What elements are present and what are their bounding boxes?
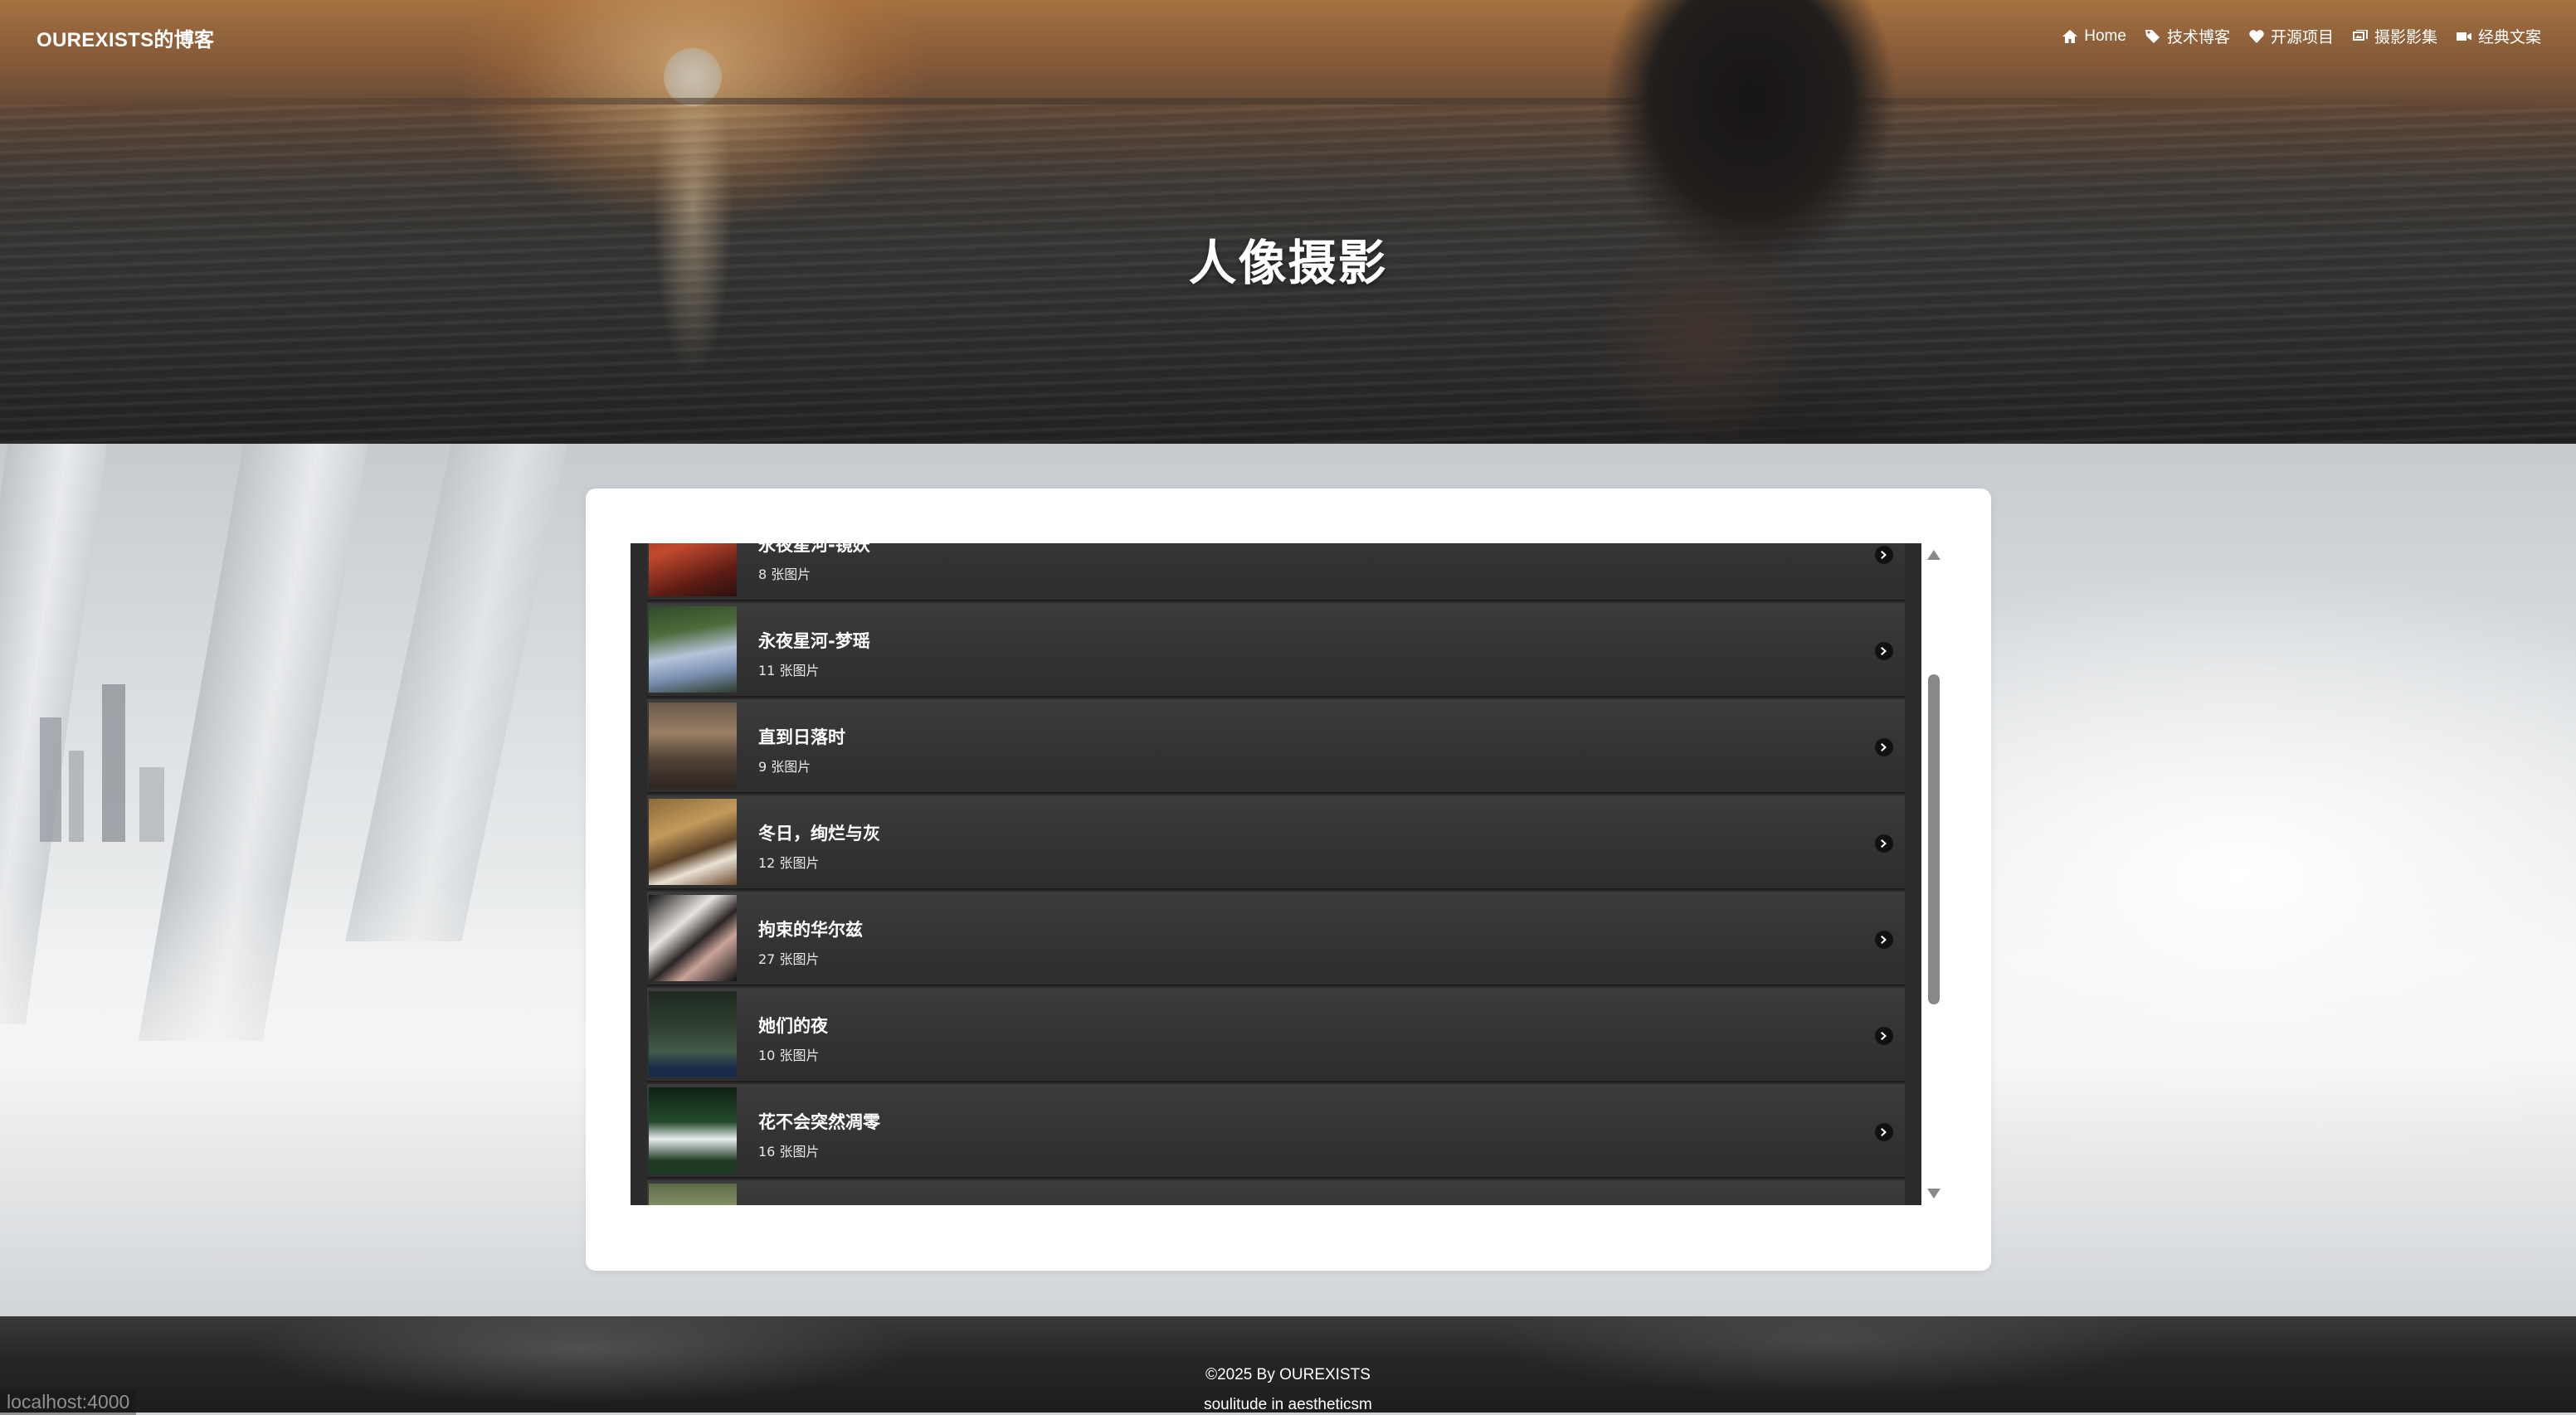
album-title: 拘束的华尔兹 [758, 920, 863, 940]
album-title: 永夜星河-镜妖 [758, 543, 870, 555]
bg-pillar-right [345, 444, 567, 941]
album-row[interactable]: 永夜星河-镜妖 8 张图片 [647, 543, 1905, 601]
browser-status-url: localhost:4000 [0, 1389, 137, 1415]
nav-item-tech-blog[interactable]: 技术博客 [2145, 25, 2230, 47]
album-row[interactable] [647, 1180, 1905, 1205]
album-title: 直到日落时 [758, 727, 845, 747]
tags-icon [2145, 28, 2161, 45]
video-icon [2456, 28, 2472, 45]
scroll-down-arrow[interactable] [1927, 1189, 1941, 1199]
hero-overlay [0, 0, 2576, 444]
album-thumbnail [649, 1184, 737, 1205]
page-title: 人像摄影 [1188, 236, 1388, 290]
album-thumbnail [649, 895, 737, 981]
images-icon [2352, 28, 2369, 45]
bg-city-skyline [23, 651, 173, 842]
album-photo-count: 8 张图片 [758, 566, 811, 582]
album-title: 冬日，绚烂与灰 [758, 824, 880, 844]
nav-label-tech-blog: 技术博客 [2166, 29, 2230, 46]
nav-label-open-source: 开源项目 [2270, 29, 2334, 46]
album-title: 她们的夜 [758, 1016, 828, 1036]
album-thumbnail [649, 543, 737, 596]
site-footer: ©2025 By OUREXISTS soulitude in aestheti… [0, 1316, 2576, 1413]
chevron-right-icon[interactable] [1875, 834, 1893, 853]
heart-icon [2248, 28, 2265, 45]
home-icon [2062, 28, 2078, 45]
footer-copyright: ©2025 By OUREXISTS [1205, 1366, 1371, 1383]
album-photo-count: 10 张图片 [758, 1048, 820, 1063]
album-thumbnail [649, 991, 737, 1077]
album-photo-count: 27 张图片 [758, 951, 820, 967]
album-thumbnail [649, 703, 737, 789]
album-list[interactable]: 永夜星河-镜妖 8 张图片永夜星河-梦瑶 11 张图片直到日落时 9 张图片冬日，绚烂… [631, 543, 1921, 1205]
album-row[interactable]: 冬日，绚烂与灰 12 张图片 [647, 795, 1905, 890]
album-title: 永夜星河-梦瑶 [758, 631, 870, 651]
album-row[interactable]: 永夜星河-梦瑶 11 张图片 [647, 603, 1905, 698]
album-row[interactable]: 她们的夜 10 张图片 [647, 988, 1905, 1082]
album-row[interactable]: 直到日落时 9 张图片 [647, 699, 1905, 794]
album-thumbnail [649, 606, 737, 693]
album-row[interactable]: 拘束的华尔兹 27 张图片 [647, 892, 1905, 986]
nav-item-classic-copy[interactable]: 经典文案 [2456, 25, 2541, 47]
footer-motto: soulitude in aestheticsm [1204, 1396, 1372, 1413]
site-brand[interactable]: OUREXISTS的博客 [37, 23, 214, 52]
nav-item-open-source[interactable]: 开源项目 [2248, 25, 2334, 47]
chevron-right-icon[interactable] [1875, 1027, 1893, 1045]
album-thumbnail [649, 1087, 737, 1174]
album-photo-count: 16 张图片 [758, 1144, 820, 1160]
nav-label-photo-albums: 摄影影集 [2374, 29, 2437, 46]
album-list-track: 永夜星河-镜妖 8 张图片永夜星河-梦瑶 11 张图片直到日落时 9 张图片冬日，绚烂… [631, 543, 1921, 1205]
album-thumbnail [649, 799, 737, 885]
album-photo-count: 9 张图片 [758, 759, 811, 775]
album-title: 花不会突然凋零 [758, 1112, 880, 1132]
chevron-right-icon[interactable] [1875, 546, 1893, 564]
nav-item-photo-albums[interactable]: 摄影影集 [2352, 25, 2437, 47]
hero-banner [0, 0, 2576, 444]
album-row[interactable]: 花不会突然凋零 16 张图片 [647, 1084, 1905, 1179]
album-list-scrollbar[interactable] [1921, 543, 1946, 1205]
nav-label-classic-copy: 经典文案 [2477, 29, 2541, 46]
nav-label-home: Home [2084, 27, 2126, 45]
scroll-thumb[interactable] [1928, 674, 1940, 1004]
chevron-right-icon[interactable] [1875, 738, 1893, 756]
album-card: 永夜星河-镜妖 8 张图片永夜星河-梦瑶 11 张图片直到日落时 9 张图片冬日，绚烂… [586, 489, 1991, 1271]
chevron-right-icon[interactable] [1875, 1123, 1893, 1141]
top-nav: Home 技术博客 开源项目 摄影影集 经典文案 [2062, 25, 2541, 47]
scroll-up-arrow[interactable] [1927, 550, 1941, 560]
album-photo-count: 12 张图片 [758, 855, 820, 871]
chevron-right-icon[interactable] [1875, 931, 1893, 949]
album-photo-count: 11 张图片 [758, 663, 820, 678]
nav-item-home[interactable]: Home [2062, 25, 2126, 47]
chevron-right-icon[interactable] [1875, 642, 1893, 660]
